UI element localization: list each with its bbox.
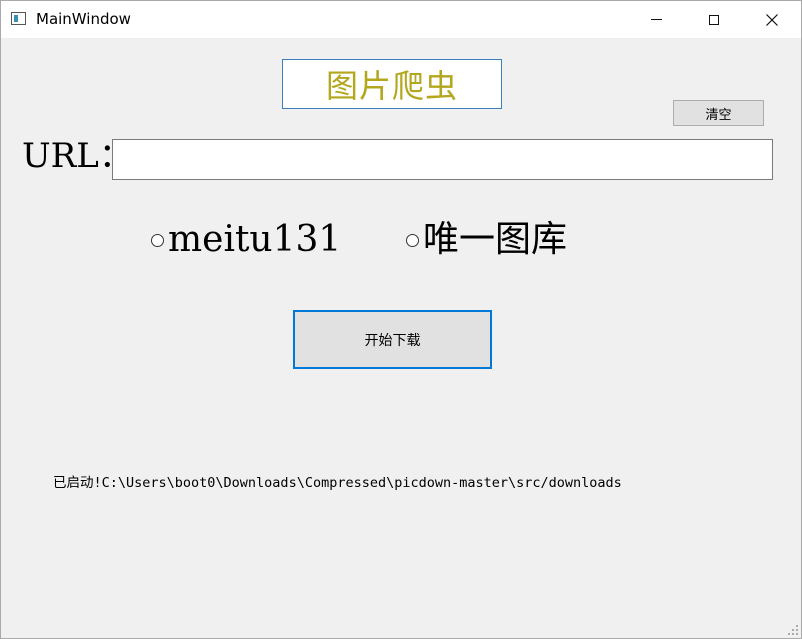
page-title: 图片爬虫 — [325, 67, 458, 105]
maximize-icon — [709, 14, 719, 25]
close-icon — [766, 13, 778, 26]
radio-button-icon[interactable] — [406, 233, 419, 247]
clear-button[interactable]: 清空 — [673, 100, 764, 126]
status-text: 已启动!C:\Users\boot0\Downloads\Compressed\… — [53, 475, 622, 491]
title-bar[interactable]: MainWindow — [1, 1, 801, 38]
radio-label-meitu131[interactable]: meitu131 — [168, 219, 341, 261]
resize-grip-icon[interactable] — [788, 625, 798, 635]
url-input[interactable] — [112, 139, 773, 180]
radio-option-weiyi-tuku[interactable]: 唯一图库 — [406, 219, 567, 261]
radio-button-icon[interactable] — [151, 233, 164, 247]
minimize-icon — [650, 19, 662, 20]
start-download-button[interactable]: 开始下载 — [293, 310, 492, 369]
minimize-button[interactable] — [627, 1, 685, 38]
window-title: MainWindow — [36, 10, 131, 28]
app-window-icon — [11, 12, 26, 25]
maximize-button[interactable] — [685, 1, 743, 38]
radio-option-meitu131[interactable]: meitu131 — [151, 219, 341, 261]
radio-label-weiyi-tuku[interactable]: 唯一图库 — [423, 219, 567, 261]
main-window: MainWindow 图片爬虫 清空 URL： meitu131 唯一图库 开始… — [0, 0, 802, 639]
close-button[interactable] — [743, 1, 801, 38]
header-title-box: 图片爬虫 — [282, 59, 502, 109]
